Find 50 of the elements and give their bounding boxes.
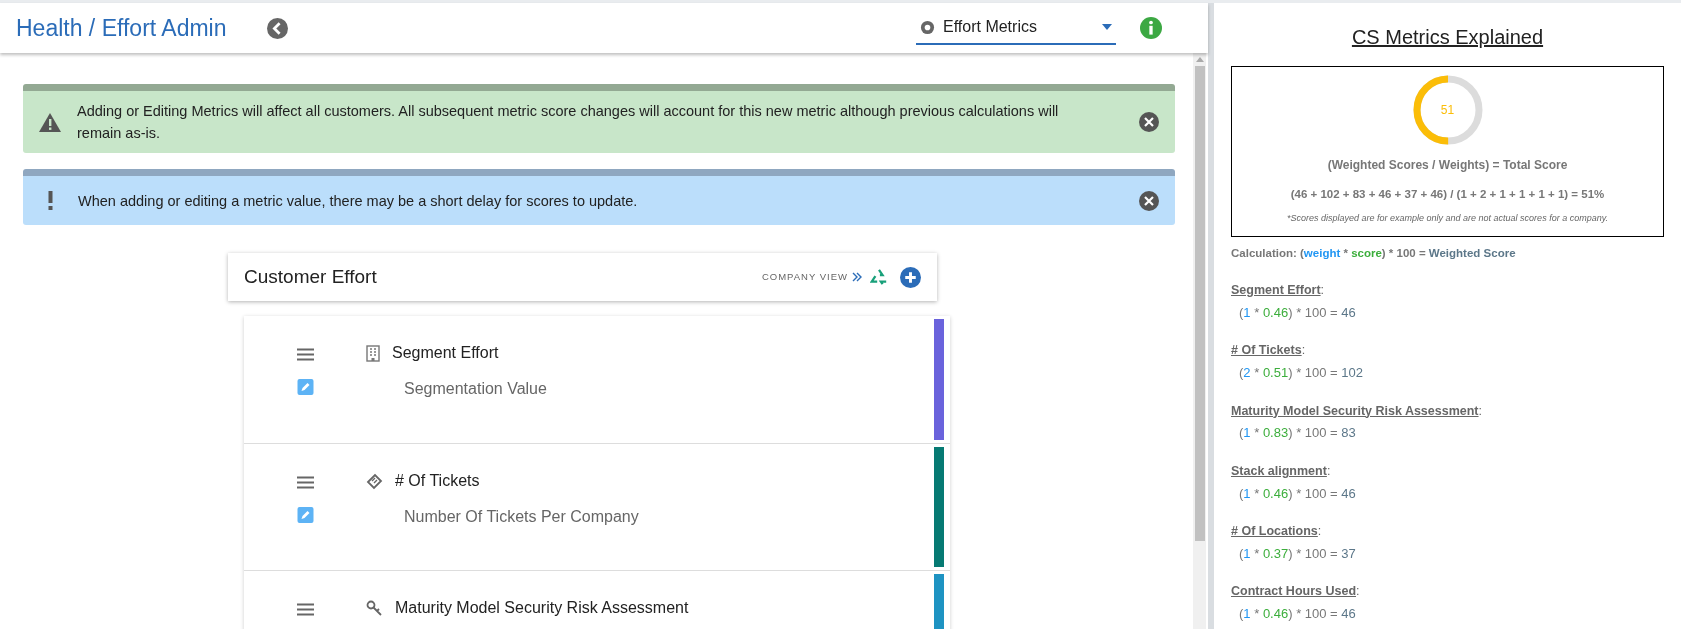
score-donut	[1412, 75, 1483, 145]
ticket-icon	[366, 472, 383, 490]
metric-subtitle: Segmentation Value	[404, 379, 547, 399]
drag-handle-icon[interactable]	[296, 603, 314, 616]
exclamation-icon	[48, 191, 53, 210]
company-view-link[interactable]: COMPANY VIEW	[761, 269, 848, 285]
metric-item[interactable]: Segment Effort Segmentation Value	[244, 316, 950, 443]
drag-handle-icon[interactable]	[296, 476, 314, 489]
alert-message: When adding or editing a metric value, there may be a short delay for scores to update.	[78, 191, 639, 211]
info-icon[interactable]	[1140, 17, 1162, 39]
metric-title: # Of Tickets	[395, 471, 480, 491]
metric-title: Maturity Model Security Risk Assessment	[395, 598, 689, 618]
metric-label: # Of Tickets:	[1231, 342, 1307, 360]
back-icon[interactable]	[266, 17, 288, 39]
metric-label: Maturity Model Security Risk Assessment:	[1231, 402, 1484, 420]
formula-text: (Weighted Scores / Weights) = Total Score	[1327, 157, 1568, 174]
page-title: Health / Effort Admin	[16, 13, 227, 43]
add-icon[interactable]	[900, 266, 921, 288]
metric-calculation: (1 * 0.46) * 100 = 46	[1239, 484, 1357, 503]
example-calculation: (46 + 102 + 83 + 46 + 37 + 46) / (1 + 2 + 1 + 1 + 1 + 1) = 51%	[1290, 187, 1605, 202]
metric-label: Stack alignment:	[1231, 462, 1332, 480]
alert-message: Adding or Editing Metrics will affect all customers. All subsequent metric score changes will account for this new metric although previous calculations will remain as-is.	[77, 102, 1060, 143]
disclaimer-text: *Scores displayed are for example only and are not actual scores for a company.	[1287, 212, 1608, 226]
metric-calculation: (1 * 0.46) * 100 = 46	[1239, 303, 1357, 322]
metric-calculation: (2 * 0.51) * 100 = 102	[1239, 364, 1364, 382]
warning-icon	[39, 112, 61, 132]
caret-icon	[1102, 24, 1112, 30]
metric-subtitle: Number Of Tickets Per Company	[404, 507, 639, 527]
metric-calculation: (1 * 0.46) * 100 = 46	[1239, 605, 1357, 623]
panel-title: CS Metrics Explained	[1351, 26, 1544, 48]
metric-calculation: (1 * 0.37) * 100 = 37	[1239, 544, 1357, 563]
metric-title: Segment Effort	[392, 343, 499, 363]
metric-label: # Of Locations:	[1231, 523, 1323, 540]
recycle-icon[interactable]	[870, 268, 888, 286]
calculation-legend: Calculation: (weight * score) * 100 = Weighted Score	[1231, 244, 1664, 262]
double-chevron-icon	[852, 272, 862, 282]
metric-label: Segment Effort:	[1231, 282, 1326, 299]
metric-label: Contract Hours Used:	[1231, 583, 1361, 601]
scrollbar[interactable]	[1193, 53, 1206, 629]
metric-calculation: (1 * 0.83) * 100 = 83	[1239, 424, 1357, 443]
metric-item[interactable]: # Of Tickets Number Of Tickets Per Company	[244, 443, 950, 570]
building-icon	[366, 344, 380, 362]
metric-item[interactable]: Maturity Model Security Risk Assessment	[244, 570, 950, 629]
score-value: 51	[1439, 102, 1456, 119]
card-title: Customer Effort	[244, 264, 378, 289]
close-icon[interactable]	[1139, 190, 1159, 211]
emblem-icon	[920, 19, 935, 35]
metrics-dropdown[interactable]: Effort Metrics	[916, 11, 1116, 45]
drag-handle-icon[interactable]	[296, 348, 314, 361]
close-icon[interactable]	[1139, 112, 1159, 132]
